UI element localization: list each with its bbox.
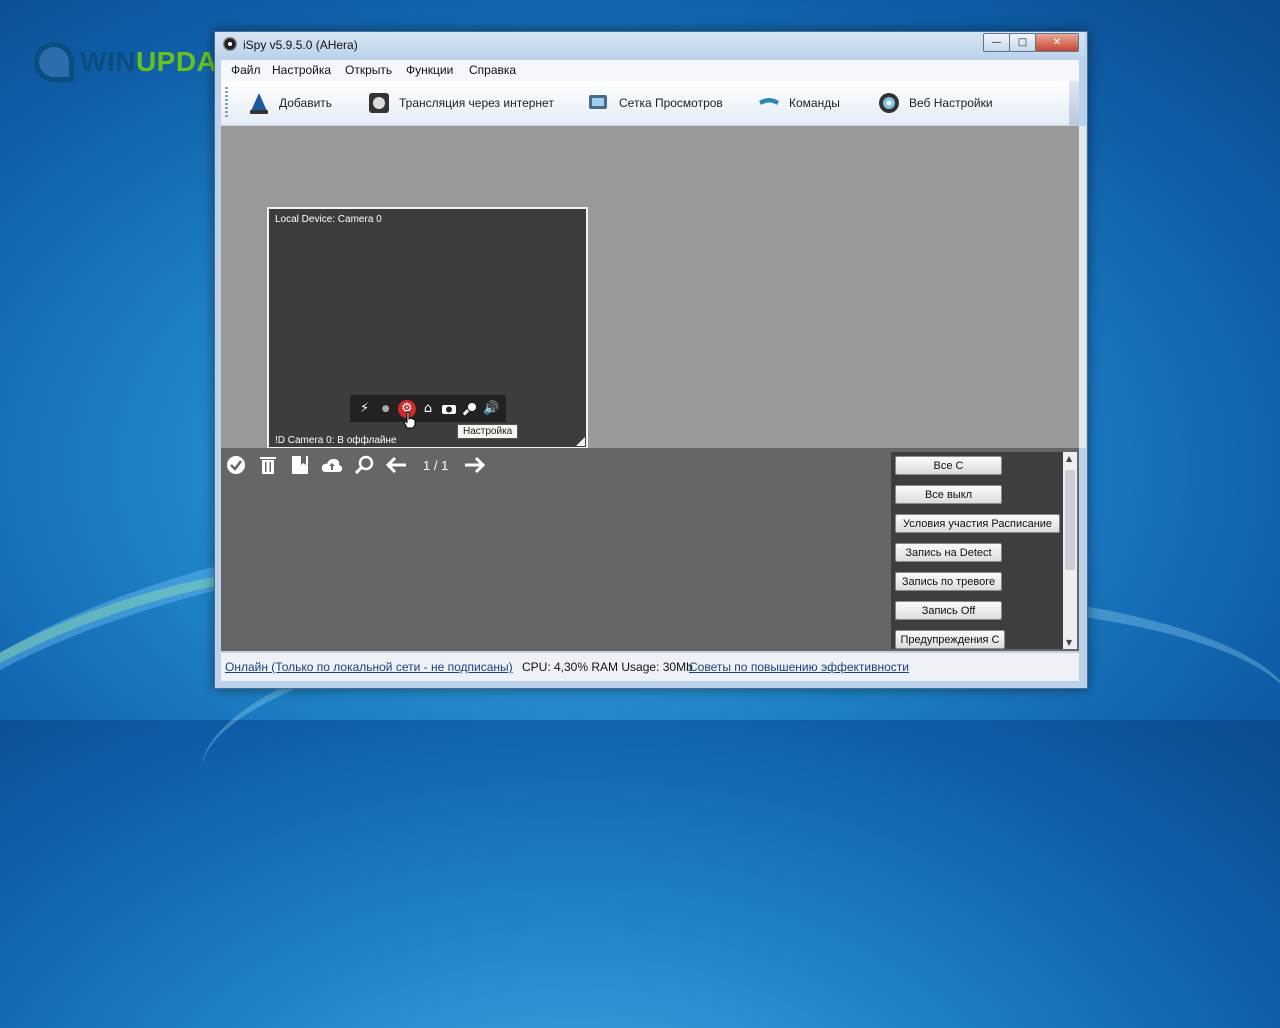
menu-open[interactable]: Открыть [345,63,392,77]
action-record-off-button[interactable]: Запись Off [895,601,1002,620]
menu-bar: Файл Настройка Открыть Функции Справка [221,60,1079,81]
action-all-off-button[interactable]: Все выкл [895,485,1002,504]
title-bar[interactable]: iSpy v5.9.5.0 (AHera) — □ ✕ [215,32,1085,58]
bookmark-icon[interactable] [289,454,311,476]
toolbar-grid-view-button[interactable]: Сетка Просмотров [587,90,723,116]
trash-icon[interactable] [257,454,279,476]
action-schedule-button[interactable]: Условия участия Расписание [895,514,1060,533]
camera-canvas[interactable]: Local Device: Camera 0 ⚡ ● ⚙ ⌂ 🔊 Настрой… [221,126,1079,449]
window-controls: — □ ✕ [983,33,1079,52]
arrow-left-icon[interactable] [385,454,407,476]
add-camera-icon [250,93,268,114]
toolbar-label: Команды [789,96,840,110]
search-icon[interactable] [353,454,375,476]
logo-text-left: WIN [80,46,136,77]
action-record-alarm-button[interactable]: Запись по тревоге [895,572,1002,591]
ispy-window: iSpy v5.9.5.0 (AHera) — □ ✕ Файл Настрой… [214,31,1088,689]
action-alerts-on-button[interactable]: Предупреждения С [895,630,1005,649]
action-record-detect-button[interactable]: Запись на Detect [895,543,1002,562]
toolbar-commands-button[interactable]: Команды [757,90,840,116]
camera-title: Local Device: Camera 0 [275,214,382,225]
resource-usage: CPU: 4,30% RAM Usage: 30Mb [522,660,693,674]
camera-control-bar: ⚡ ● ⚙ ⌂ 🔊 [350,395,506,422]
hand-cursor-icon [403,411,416,429]
record-dot-icon[interactable]: ● [377,400,395,418]
menu-file[interactable]: Файл [231,63,261,77]
minimize-button[interactable]: — [983,33,1010,52]
check-icon[interactable] [225,454,247,476]
microphone-icon[interactable] [461,400,479,418]
camera-tile[interactable]: Local Device: Camera 0 ⚡ ● ⚙ ⌂ 🔊 Настрой… [267,207,588,449]
maximize-button[interactable]: □ [1009,33,1036,52]
menu-help[interactable]: Справка [469,63,516,77]
grid-view-icon [589,95,607,109]
action-all-on-button[interactable]: Все С [895,456,1002,475]
ispy-eye-icon [223,37,237,51]
toolbar-label: Сетка Просмотров [619,96,723,110]
toolbar-label: Трансляция через интернет [399,96,554,110]
settings-tooltip: Настройка [457,424,519,439]
canvas-scrollbar[interactable] [1079,126,1086,448]
toolbar-broadcast-button[interactable]: Трансляция через интернет [367,90,554,116]
toolbar-add-button[interactable]: Добавить [247,90,332,116]
broadcast-icon [369,93,389,113]
actions-panel: Все С Все выкл Условия участия Расписани… [891,452,1063,649]
camera-status: !D Camera 0: В оффлайне [275,435,397,446]
scroll-up-icon[interactable]: ▲ [1066,454,1072,463]
toolbar-grip[interactable] [225,87,228,119]
page-indicator: 1 / 1 [423,457,449,473]
scroll-thumb[interactable] [1065,470,1075,570]
commands-icon [759,98,779,105]
lightning-icon[interactable]: ⚡ [356,400,374,418]
toolbar-label: Веб Настройки [909,96,993,110]
close-button[interactable]: ✕ [1035,33,1079,52]
media-panel: 1 / 1 Все С Все выкл Условия участия Рас… [221,448,1079,651]
toolbar-label: Добавить [279,96,333,110]
toolbar-overflow-button[interactable] [1069,81,1079,125]
winupdate-logo-icon [34,42,74,82]
performance-tips-link[interactable]: Советы по повышению эффективности [689,660,909,674]
menu-settings[interactable]: Настройка [272,63,331,77]
arrow-right-icon[interactable] [464,454,486,476]
scroll-down-icon[interactable]: ▼ [1066,638,1072,647]
main-toolbar: Добавить Трансляция через интернет Сетка… [221,81,1079,126]
actions-scrollbar[interactable]: ▲ ▼ [1063,452,1077,649]
window-title: iSpy v5.9.5.0 (AHera) [243,38,358,52]
toolbar-web-settings-button[interactable]: Веб Настройки [877,90,993,116]
home-icon[interactable]: ⌂ [419,400,437,418]
web-settings-icon [879,93,899,113]
speaker-icon[interactable]: 🔊 [482,400,500,418]
cloud-upload-icon[interactable] [321,454,343,476]
online-status-link[interactable]: Онлайн (Только по локальной сети - не по… [225,660,513,674]
resize-grip-icon[interactable] [576,437,585,446]
status-bar: Онлайн (Только по локальной сети - не по… [221,652,1079,681]
menu-functions[interactable]: Функции [406,63,453,77]
camera-snapshot-icon[interactable] [440,400,458,418]
media-toolbar: 1 / 1 [225,454,486,476]
